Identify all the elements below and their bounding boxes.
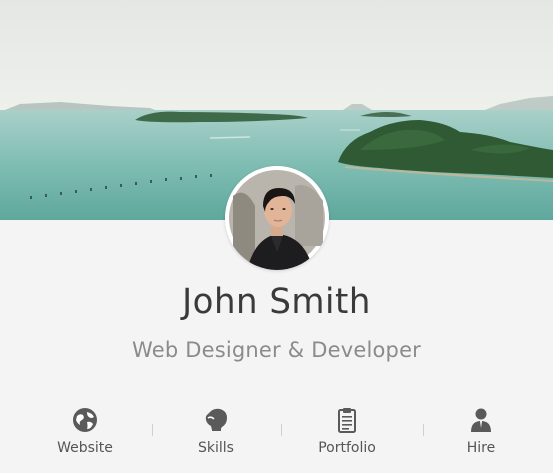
globe-icon [73,408,97,432]
nav-label: Skills [198,440,234,456]
nav-label: Hire [466,440,496,456]
profile-title: Web Designer & Developer [131,338,422,362]
clipboard-icon [338,408,356,433]
avatar [225,166,329,270]
nav-label: Portfolio [318,440,376,456]
nav-divider [152,424,153,436]
nav-item-website[interactable]: Website [30,406,140,466]
nav-divider [423,424,424,436]
profile-name: John Smith [182,281,371,323]
person-icon [471,408,491,432]
profile-nav: Website Skills Portfolio Hire [0,400,553,473]
nav-label: Website [57,440,113,456]
share-icon [514,8,553,220]
nav-divider [281,424,282,436]
nav-item-skills[interactable]: Skills [161,406,271,466]
nav-item-portfolio[interactable]: Portfolio [292,406,402,466]
nav-item-hire[interactable]: Hire [426,406,536,466]
profile-card: John Smith Web Designer & Developer Webs… [0,0,553,473]
share-button[interactable] [514,8,540,30]
boxing-glove-icon [205,408,227,431]
